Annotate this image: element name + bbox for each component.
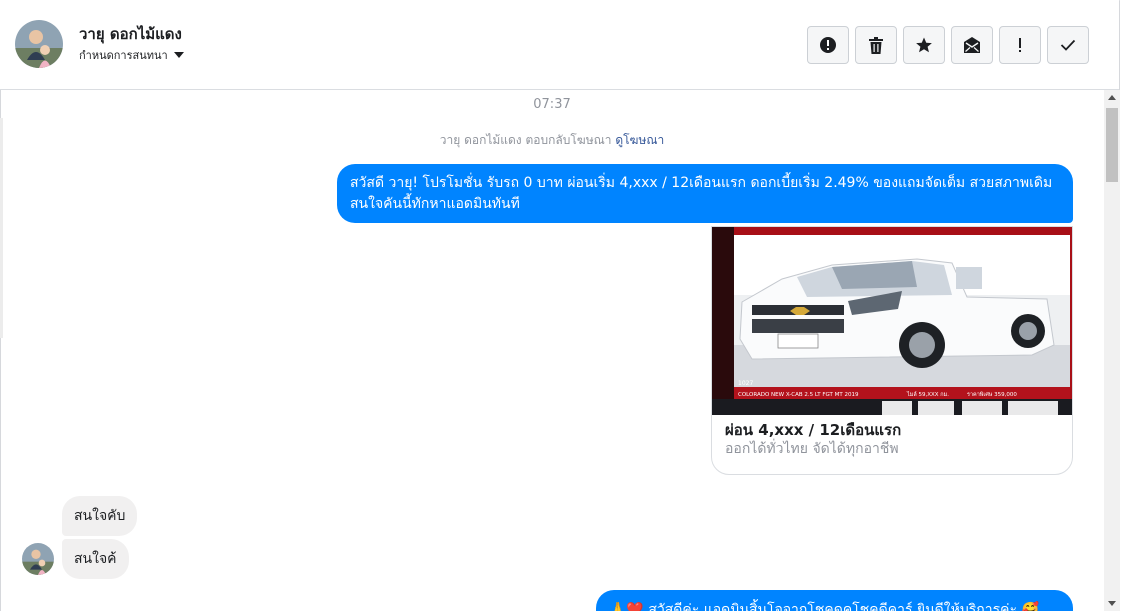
- incoming-message: สนใจคับ: [62, 496, 138, 536]
- caret-down-icon: [173, 52, 184, 58]
- scroll-thumb[interactable]: [1106, 108, 1118, 182]
- conversation-toolbar: [807, 26, 1089, 64]
- assign-conversation-dropdown[interactable]: กำหนดการสนทนา: [79, 46, 184, 64]
- scroll-up-arrow-icon[interactable]: [1108, 95, 1116, 100]
- conversation-header: วายุ ดอกไม้แดง กำหนดการสนทนา: [0, 0, 1119, 90]
- delete-button[interactable]: [855, 26, 897, 64]
- check-icon: [1060, 39, 1076, 51]
- outgoing-message: 🙏❤️ สวัสดีค่ะ แอดมินสิ้นโจจากโชคดูคโชคดี…: [596, 590, 1073, 611]
- ad-reply-notice: วายุ ดอกไม้แดง ตอบกลับโฆษณา ดูโฆษณา: [0, 131, 1104, 150]
- assign-label: กำหนดการสนทนา: [79, 49, 168, 62]
- contact-name: วายุ ดอกไม้แดง: [79, 25, 182, 43]
- mark-done-button[interactable]: [1047, 26, 1089, 64]
- price-text: ราคาพิเศษ 359,000: [967, 391, 1017, 398]
- contact-avatar-small: [22, 543, 54, 575]
- star-button[interactable]: [903, 26, 945, 64]
- envelope-icon: [964, 37, 980, 53]
- trash-icon: [869, 36, 883, 54]
- mark-spam-button[interactable]: [807, 26, 849, 64]
- ad-card[interactable]: 1027 COLORADO NEW X-CAB 2.5 LT FGT MT 20…: [711, 226, 1073, 475]
- contact-avatar[interactable]: [15, 20, 63, 68]
- exclamation-icon: [1019, 38, 1021, 52]
- star-icon: [916, 37, 932, 53]
- stock-number-text: 1027: [738, 380, 753, 387]
- car-model-text: COLORADO NEW X-CAB 2.5 LT FGT MT 2019: [738, 392, 859, 398]
- incoming-message: สนใจค้: [62, 539, 129, 579]
- message-timestamp: 07:37: [533, 97, 571, 112]
- mileage-text: ไมล์ 59,XXX กม.: [906, 391, 949, 398]
- ad-card-subtitle: ออกได้ทั่วไทย จัดได้ทุกอาชีพ: [725, 441, 899, 457]
- mark-unread-button[interactable]: [951, 26, 993, 64]
- alert-circle-icon: [820, 37, 836, 53]
- car-ad-image: 1027 COLORADO NEW X-CAB 2.5 LT FGT MT 20…: [712, 227, 1072, 415]
- chat-scrollbar[interactable]: [1104, 90, 1120, 611]
- message-thread: 07:37 วายุ ดอกไม้แดง ตอบกลับโฆษณา ดูโฆษณ…: [0, 90, 1104, 611]
- ad-reply-text: วายุ ดอกไม้แดง ตอบกลับโฆษณา: [439, 133, 612, 147]
- outgoing-message: สวัสดี วายุ! โปรโมชั่น รับรถ 0 บาท ผ่อนเ…: [337, 164, 1073, 223]
- scroll-down-arrow-icon[interactable]: [1108, 601, 1116, 606]
- important-button[interactable]: [999, 26, 1041, 64]
- view-ad-link[interactable]: ดูโฆษณา: [615, 133, 664, 147]
